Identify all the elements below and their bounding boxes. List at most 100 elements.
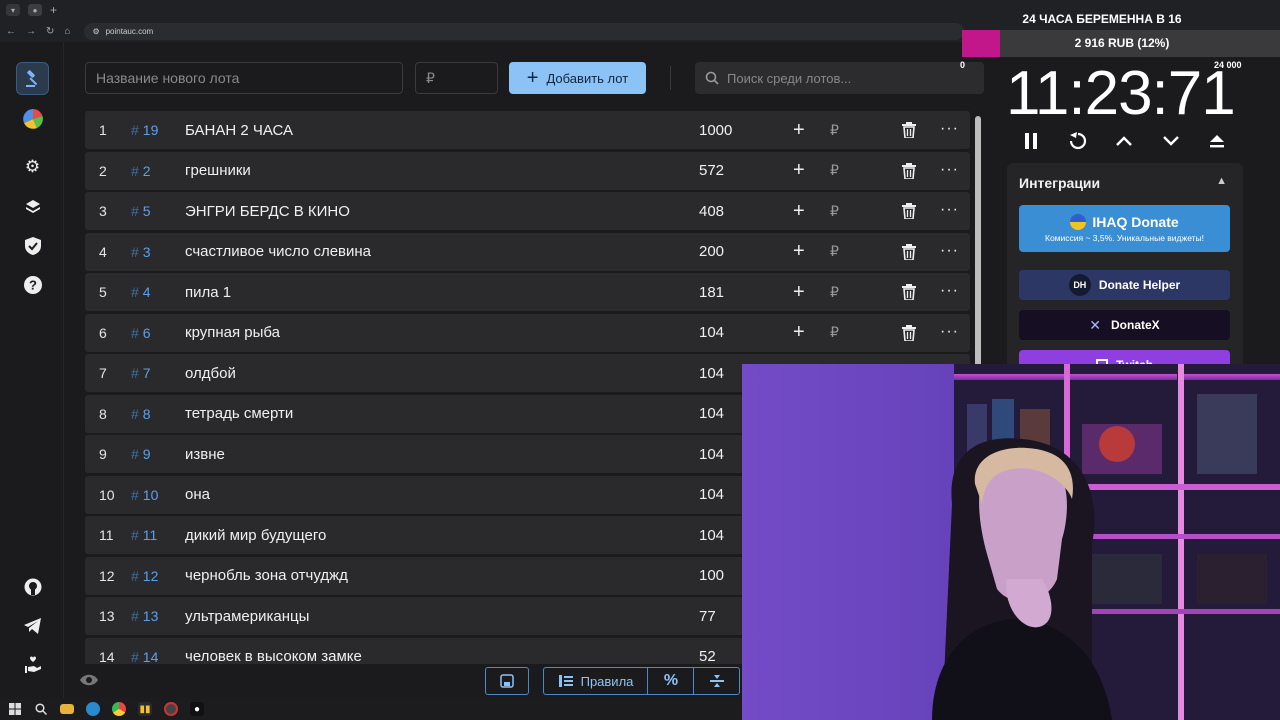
- delete-icon[interactable]: [902, 243, 916, 261]
- obs-icon[interactable]: [164, 702, 178, 716]
- lot-row[interactable]: 5 #4 пила 1 181 + ₽ ···: [85, 273, 970, 311]
- app-dark-icon[interactable]: ●: [190, 702, 204, 716]
- lot-name[interactable]: тетрадь смерти: [185, 405, 293, 422]
- forward-icon[interactable]: →: [26, 26, 36, 37]
- add-amount-icon[interactable]: +: [793, 200, 805, 223]
- chrome-browser-icon[interactable]: [112, 702, 126, 716]
- delete-icon[interactable]: [902, 284, 916, 301]
- lot-amount[interactable]: 100: [699, 567, 724, 584]
- ruble-input-icon[interactable]: ₽: [830, 284, 839, 301]
- lot-name[interactable]: дикий мир будущего: [185, 527, 326, 544]
- lot-amount[interactable]: 104: [699, 405, 724, 422]
- ruble-input-icon[interactable]: ₽: [830, 203, 839, 220]
- lot-name[interactable]: она: [185, 486, 210, 503]
- new-tab-icon[interactable]: +: [50, 3, 57, 17]
- add-lot-button[interactable]: + Добавить лот: [509, 62, 646, 94]
- lot-amount[interactable]: 104: [699, 486, 724, 503]
- chevron-down-icon[interactable]: [1158, 128, 1184, 154]
- eject-icon[interactable]: [1204, 128, 1230, 154]
- donate-helper-button[interactable]: DH Donate Helper: [1019, 270, 1230, 300]
- lot-amount[interactable]: 572: [699, 162, 724, 179]
- rules-button[interactable]: Правила: [543, 667, 648, 695]
- lot-amount[interactable]: 1000: [699, 122, 732, 139]
- windows-start-icon[interactable]: [8, 702, 22, 716]
- tab-list-icon[interactable]: ▾: [6, 4, 20, 16]
- delete-icon[interactable]: [902, 203, 916, 220]
- ruble-input-icon[interactable]: ₽: [830, 243, 839, 260]
- lot-search-input[interactable]: Поиск среди лотов...: [695, 62, 984, 94]
- ruble-input-icon[interactable]: ₽: [830, 122, 839, 139]
- lot-amount[interactable]: 104: [699, 527, 724, 544]
- file-explorer-icon[interactable]: [60, 704, 74, 714]
- more-options-icon[interactable]: ···: [940, 161, 959, 179]
- site-info-icon[interactable]: ⚙: [92, 27, 99, 36]
- lot-amount[interactable]: 200: [699, 243, 724, 260]
- address-bar[interactable]: ⚙ pointauc.com: [84, 22, 965, 40]
- donate-hand-icon[interactable]: [16, 648, 49, 681]
- lot-name[interactable]: олдбой: [185, 365, 236, 382]
- lot-amount[interactable]: 181: [699, 284, 724, 301]
- lot-amount[interactable]: 104: [699, 446, 724, 463]
- delete-icon[interactable]: [902, 324, 916, 342]
- delete-icon[interactable]: [902, 122, 916, 139]
- more-options-icon[interactable]: ···: [940, 282, 959, 300]
- chevron-up-icon[interactable]: [1111, 128, 1137, 154]
- more-options-icon[interactable]: ···: [940, 242, 959, 260]
- lot-amount[interactable]: 77: [699, 608, 716, 625]
- percent-button[interactable]: %: [647, 667, 694, 695]
- lot-row[interactable]: 2 #2 грешники 572 + ₽ ···: [85, 151, 970, 190]
- donatex-button[interactable]: ✕ DonateX: [1019, 310, 1230, 340]
- lot-row[interactable]: 6 #6 крупная рыба 104 + ₽ ···: [85, 313, 970, 352]
- lot-amount[interactable]: 104: [699, 324, 724, 341]
- lot-amount[interactable]: 52: [699, 648, 716, 664]
- lot-row[interactable]: 4 #3 счастливое число слевина 200 + ₽ ···: [85, 232, 970, 271]
- lot-name[interactable]: счастливое число слевина: [185, 243, 371, 260]
- app-yellow-icon[interactable]: ▮▮: [138, 702, 152, 716]
- lot-name[interactable]: грешники: [185, 162, 251, 179]
- lot-name[interactable]: БАНАН 2 ЧАСА: [185, 122, 293, 139]
- lot-name[interactable]: ЭНГРИ БЕРДС В КИНО: [185, 203, 350, 220]
- help-icon[interactable]: ?: [16, 268, 49, 301]
- edge-browser-icon[interactable]: [86, 702, 100, 716]
- lot-name[interactable]: крупная рыба: [185, 324, 280, 341]
- lot-amount[interactable]: 408: [699, 203, 724, 220]
- lot-row[interactable]: 1 #19 БАНАН 2 ЧАСА 1000 + ₽ ···: [85, 111, 970, 149]
- telegram-icon[interactable]: [16, 609, 49, 642]
- new-lot-price-input[interactable]: ₽: [415, 62, 498, 94]
- back-icon[interactable]: ←: [6, 26, 16, 37]
- active-tab[interactable]: ●: [28, 4, 42, 16]
- delete-icon[interactable]: [902, 162, 916, 180]
- ruble-input-icon[interactable]: ₽: [830, 162, 839, 179]
- reset-timer-icon[interactable]: [1065, 128, 1091, 154]
- more-options-icon[interactable]: ···: [940, 323, 959, 341]
- add-amount-icon[interactable]: +: [793, 281, 805, 304]
- github-icon[interactable]: [16, 570, 49, 603]
- lot-name[interactable]: пила 1: [185, 284, 231, 301]
- search-taskbar-icon[interactable]: [34, 702, 48, 716]
- settings-gear-icon[interactable]: ⚙: [16, 150, 49, 183]
- lot-name[interactable]: извне: [185, 446, 225, 463]
- home-icon[interactable]: ⌂: [64, 26, 70, 37]
- layers-icon[interactable]: [16, 190, 49, 223]
- more-options-icon[interactable]: ···: [940, 201, 959, 219]
- visibility-eye-icon[interactable]: [80, 673, 98, 687]
- lot-amount[interactable]: 104: [699, 365, 724, 382]
- wheel-icon[interactable]: [16, 102, 49, 135]
- lot-row[interactable]: 3 #5 ЭНГРИ БЕРДС В КИНО 408 + ₽ ···: [85, 192, 970, 230]
- lot-name[interactable]: чернобль зона отчуджд: [185, 567, 348, 584]
- add-amount-icon[interactable]: +: [793, 159, 805, 182]
- pause-icon[interactable]: [1018, 128, 1044, 154]
- collapse-chevron-icon[interactable]: ▲: [1216, 175, 1227, 187]
- add-amount-icon[interactable]: +: [793, 119, 805, 142]
- lot-name[interactable]: человек в высоком замке: [185, 648, 362, 664]
- more-options-icon[interactable]: ···: [940, 120, 959, 138]
- ihaq-donate-button[interactable]: IHAQ Donate Комиссия ~ 3,5%. Уникальные …: [1019, 205, 1230, 252]
- save-button[interactable]: [485, 667, 529, 695]
- shield-check-icon[interactable]: [16, 229, 49, 262]
- reload-icon[interactable]: ↻: [46, 26, 54, 37]
- lot-name[interactable]: ультрамериканцы: [185, 608, 309, 625]
- new-lot-name-input[interactable]: Название нового лота: [85, 62, 403, 94]
- ruble-input-icon[interactable]: ₽: [830, 324, 839, 341]
- add-amount-icon[interactable]: +: [793, 321, 805, 344]
- auction-gavel-icon[interactable]: [16, 62, 49, 95]
